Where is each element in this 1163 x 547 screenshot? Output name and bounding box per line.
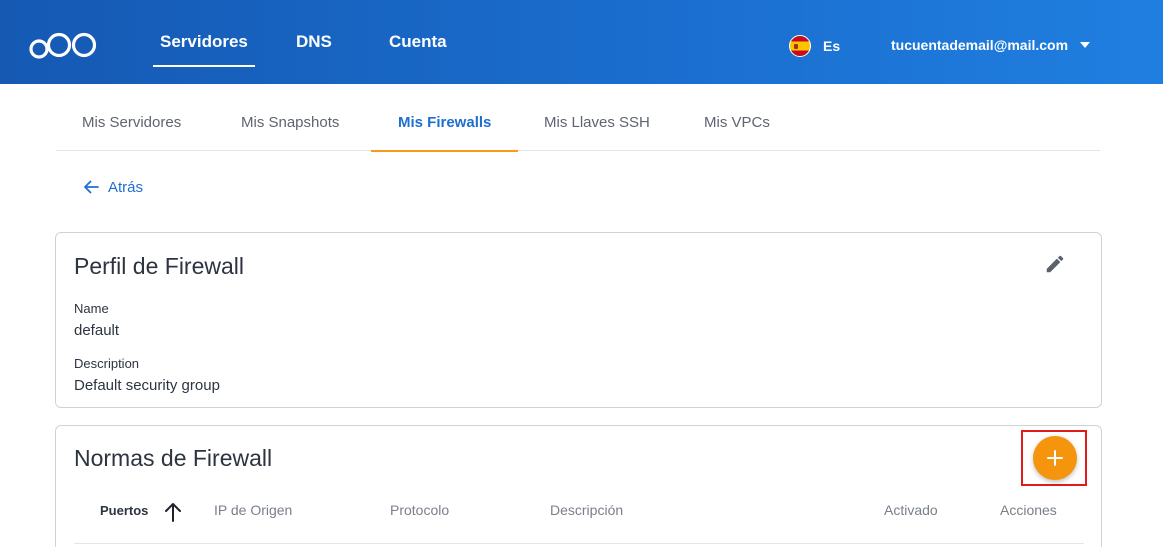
- nav-cuenta[interactable]: Cuenta: [389, 32, 447, 52]
- column-descripcion[interactable]: Descripción: [550, 502, 623, 518]
- logo-icon[interactable]: [28, 28, 100, 62]
- tab-mis-snapshots[interactable]: Mis Snapshots: [241, 95, 339, 151]
- tab-mis-firewalls[interactable]: Mis Firewalls: [370, 95, 519, 152]
- plus-icon: [1047, 450, 1063, 466]
- arrow-up-icon[interactable]: [163, 501, 183, 523]
- column-acciones: Acciones: [1000, 502, 1057, 518]
- firewall-subtabs: Mis Servidores Mis Snapshots Mis Firewal…: [56, 95, 1100, 152]
- pencil-icon[interactable]: [1044, 253, 1066, 275]
- caret-down-icon: [1080, 42, 1091, 48]
- description-label: Description: [74, 356, 140, 371]
- spain-flag-icon: [789, 35, 811, 57]
- description-value: Default security group: [74, 377, 220, 394]
- nav-servidores[interactable]: Servidores: [153, 32, 255, 67]
- language-selector[interactable]: Es: [789, 35, 840, 57]
- column-protocolo[interactable]: Protocolo: [390, 502, 449, 518]
- name-label: Name: [74, 301, 109, 316]
- arrow-left-icon: [84, 180, 99, 194]
- top-navbar: Servidores DNS Cuenta Es tucuentademail@…: [0, 0, 1163, 84]
- column-activado[interactable]: Activado: [884, 502, 938, 518]
- firewall-rules-card: Normas de Firewall: [55, 425, 1102, 547]
- rules-title: Normas de Firewall: [74, 445, 273, 471]
- account-email: tucuentademail@mail.com: [891, 37, 1069, 53]
- back-label: Atrás: [108, 178, 144, 196]
- profile-title: Perfil de Firewall: [74, 253, 244, 279]
- back-link[interactable]: Atrás: [82, 178, 143, 196]
- table-divider: [74, 543, 1084, 544]
- add-rule-button[interactable]: [1033, 436, 1077, 480]
- account-menu[interactable]: tucuentademail@mail.com: [891, 37, 1091, 53]
- tab-mis-vpcs[interactable]: Mis VPCs: [704, 95, 770, 151]
- nav-dns[interactable]: DNS: [296, 32, 332, 52]
- column-ip-origen[interactable]: IP de Origen: [214, 502, 292, 518]
- language-label: Es: [823, 38, 841, 54]
- firewall-profile-card: Perfil de Firewall Name default Descript…: [55, 232, 1102, 408]
- tab-mis-servidores[interactable]: Mis Servidores: [82, 95, 181, 151]
- column-puertos[interactable]: Puertos: [100, 503, 148, 518]
- name-value: default: [74, 322, 120, 339]
- tab-mis-llaves-ssh[interactable]: Mis Llaves SSH: [544, 95, 650, 151]
